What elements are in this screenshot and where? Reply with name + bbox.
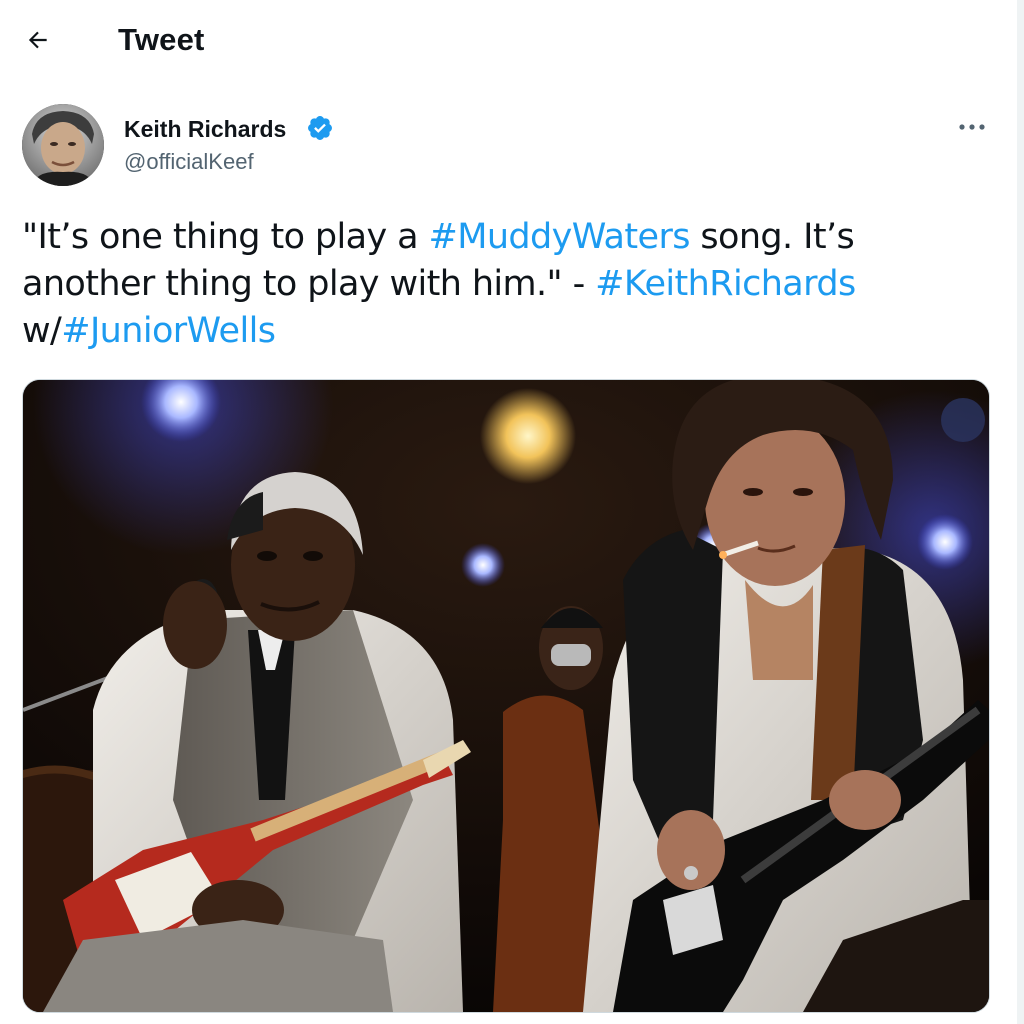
verified-badge-icon [308, 116, 332, 140]
arrow-left-icon [28, 31, 47, 49]
tweet-text: "It’s one thing to play a #MuddyWaters s… [22, 214, 982, 355]
page-title: Tweet [118, 22, 205, 57]
author-handle[interactable]: @officialKeef [124, 149, 254, 175]
tweet-text-part: w/ [22, 311, 62, 351]
tweet-author: Keith Richards @officialKeef [0, 102, 1017, 192]
avatar-image [22, 104, 104, 186]
more-options-button[interactable] [948, 112, 996, 142]
timeline-border [1017, 0, 1024, 1024]
avatar[interactable] [22, 104, 104, 186]
tweet-text-part: "It’s one thing to play a [22, 217, 429, 257]
author-display-name[interactable]: Keith Richards [124, 116, 286, 143]
back-button[interactable] [16, 20, 60, 60]
tweet-photo[interactable] [22, 379, 990, 1013]
page-header: Tweet [0, 0, 1017, 82]
hashtag-link[interactable]: #KeithRichards [595, 264, 856, 304]
concert-photo-image [23, 380, 989, 1012]
hashtag-link[interactable]: #JuniorWells [61, 311, 276, 351]
more-horizontal-icon [959, 124, 985, 130]
hashtag-link[interactable]: #MuddyWaters [429, 217, 691, 257]
